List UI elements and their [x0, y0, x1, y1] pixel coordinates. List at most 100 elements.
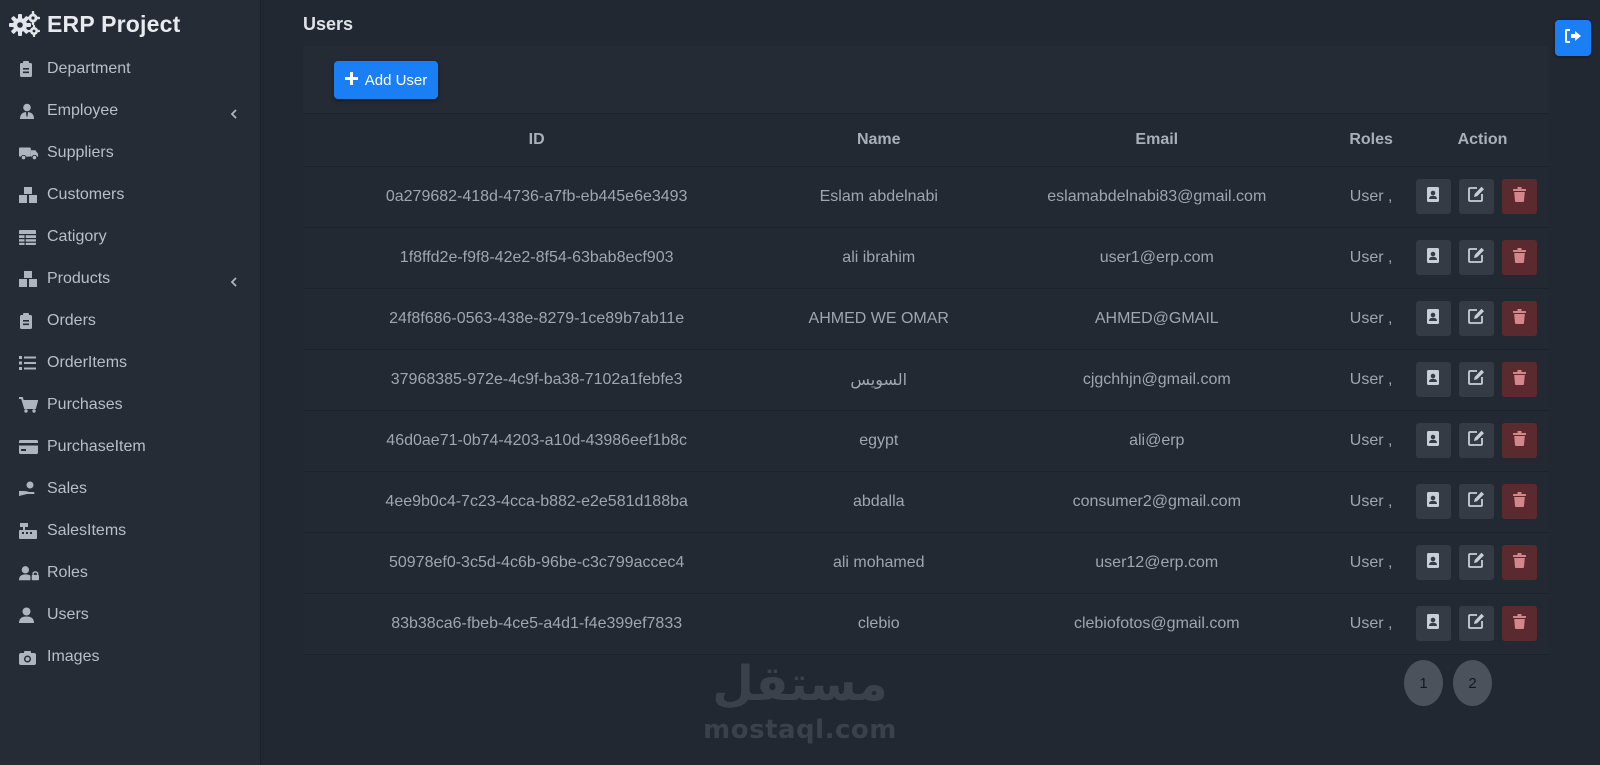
sidebar-item-orders[interactable]: Orders — [0, 300, 261, 342]
cell-actions — [1415, 166, 1549, 228]
cell-actions — [1415, 471, 1549, 533]
sidebar-item-purchases[interactable]: Purchases — [0, 384, 261, 426]
delete-button[interactable] — [1501, 301, 1537, 336]
table-row: 4ee9b0c4-7c23-4cca-b882-e2e581d188ba abd… — [303, 471, 1549, 533]
brand-title: ERP Project — [47, 10, 181, 37]
add-user-button[interactable]: Add User — [334, 61, 438, 99]
row-actions — [1415, 179, 1549, 214]
row-actions — [1415, 545, 1549, 580]
cell-actions — [1415, 410, 1549, 472]
edit-icon — [1468, 247, 1485, 268]
page-button-1[interactable]: 1 — [1404, 660, 1443, 706]
sidebar-item-sales[interactable]: Sales — [0, 468, 261, 510]
user-icon — [19, 607, 39, 623]
sidebar-item-images[interactable]: Images — [0, 636, 261, 678]
trash-icon — [1512, 308, 1526, 329]
card-header: Add User — [303, 46, 1549, 114]
sidebar-item-label: Customers — [47, 186, 125, 203]
cell-name: ali mohamed — [770, 532, 988, 594]
sidebar-item-department[interactable]: Department — [0, 48, 261, 90]
cell-roles: User , — [1326, 166, 1416, 228]
delete-button[interactable] — [1501, 423, 1537, 458]
delete-button[interactable] — [1501, 179, 1537, 214]
edit-icon — [1468, 491, 1485, 512]
chevron-left-icon[interactable] — [229, 106, 239, 119]
app-root: ERP Project Department Employee Supplier… — [0, 0, 1600, 765]
details-button[interactable] — [1415, 545, 1451, 580]
details-button[interactable] — [1415, 301, 1451, 336]
delete-button[interactable] — [1501, 484, 1537, 519]
address-card-icon — [1427, 369, 1440, 390]
edit-button[interactable] — [1458, 484, 1494, 519]
column-header-name[interactable]: Name — [770, 114, 988, 167]
sidebar-item-label: Orders — [47, 312, 96, 329]
edit-button[interactable] — [1458, 179, 1494, 214]
edit-button[interactable] — [1458, 606, 1494, 641]
chevron-left-icon[interactable] — [229, 274, 239, 287]
sidebar-item-employee[interactable]: Employee — [0, 90, 261, 132]
sidebar-item-orderitems[interactable]: OrderItems — [0, 342, 261, 384]
brand[interactable]: ERP Project — [9, 10, 180, 38]
table-header-row: ID Name Email Roles Action — [303, 114, 1549, 167]
details-button[interactable] — [1415, 362, 1451, 397]
cell-id: 1f8ffd2e-f9f8-42e2-8f54-63bab8ecf903 — [303, 227, 771, 289]
cell-id: 46d0ae71-0b74-4203-a10d-43986eef1b8c — [303, 410, 771, 472]
watermark-logo: مستقل mostaql.com — [700, 655, 900, 750]
credit-card-icon — [19, 439, 39, 455]
cart-icon — [19, 397, 39, 413]
address-card-icon — [1427, 308, 1440, 329]
delete-button[interactable] — [1501, 606, 1537, 641]
column-header-roles[interactable]: Roles — [1326, 114, 1416, 167]
cell-name: ali ibrahim — [770, 227, 988, 289]
address-card-icon — [1427, 247, 1440, 268]
details-button[interactable] — [1415, 423, 1451, 458]
delete-button[interactable] — [1501, 545, 1537, 580]
details-button[interactable] — [1415, 240, 1451, 275]
sidebar-item-customers[interactable]: Customers — [0, 174, 261, 216]
sidebar-item-label: PurchaseItem — [47, 438, 146, 455]
delete-button[interactable] — [1501, 362, 1537, 397]
delete-button[interactable] — [1501, 240, 1537, 275]
cash-register-icon — [19, 523, 39, 539]
table-row: 50978ef0-3c5d-4c6b-96be-c3c799accec4 ali… — [303, 532, 1549, 594]
edit-button[interactable] — [1458, 545, 1494, 580]
column-header-id[interactable]: ID — [303, 114, 771, 167]
clipboard-icon — [19, 61, 39, 77]
row-actions — [1415, 606, 1549, 641]
trash-icon — [1512, 552, 1526, 573]
sidebar-item-products[interactable]: Products — [0, 258, 261, 300]
user-lock-icon — [19, 565, 39, 581]
table-row: 0a279682-418d-4736-a7fb-eb445e6e3493 Esl… — [303, 166, 1549, 228]
edit-icon — [1468, 613, 1485, 634]
sidebar-item-catigory[interactable]: Catigory — [0, 216, 261, 258]
details-button[interactable] — [1415, 484, 1451, 519]
sidebar-item-label: Products — [47, 270, 111, 287]
sidebar-item-label: Sales — [47, 480, 88, 497]
sidebar-item-label: SalesItems — [47, 522, 127, 539]
sidebar-item-roles[interactable]: Roles — [0, 552, 261, 594]
details-button[interactable] — [1415, 179, 1451, 214]
sidebar-item-users[interactable]: Users — [0, 594, 261, 636]
logout-button[interactable] — [1555, 20, 1591, 56]
edit-button[interactable] — [1458, 362, 1494, 397]
edit-button[interactable] — [1458, 240, 1494, 275]
edit-button[interactable] — [1458, 301, 1494, 336]
sidebar-item-salesitems[interactable]: SalesItems — [0, 510, 261, 552]
cell-email: eslamabdelnabi83@gmail.com — [987, 166, 1327, 228]
address-card-icon — [1427, 613, 1440, 634]
edit-button[interactable] — [1458, 423, 1494, 458]
page-button-2[interactable]: 2 — [1453, 660, 1492, 706]
boxes-icon — [19, 187, 39, 203]
details-button[interactable] — [1415, 606, 1451, 641]
sidebar-item-label: Images — [47, 648, 100, 665]
trash-icon — [1512, 247, 1526, 268]
column-header-action: Action — [1415, 114, 1549, 167]
table-row: 46d0ae71-0b74-4203-a10d-43986eef1b8c egy… — [303, 410, 1549, 472]
sidebar-item-suppliers[interactable]: Suppliers — [0, 132, 261, 174]
cell-name: egypt — [770, 410, 988, 472]
cell-roles: User , — [1326, 593, 1416, 655]
column-header-email[interactable]: Email — [987, 114, 1327, 167]
plus-icon — [344, 71, 358, 89]
sidebar-item-purchaseitem[interactable]: PurchaseItem — [0, 426, 261, 468]
trash-icon — [1512, 369, 1526, 390]
